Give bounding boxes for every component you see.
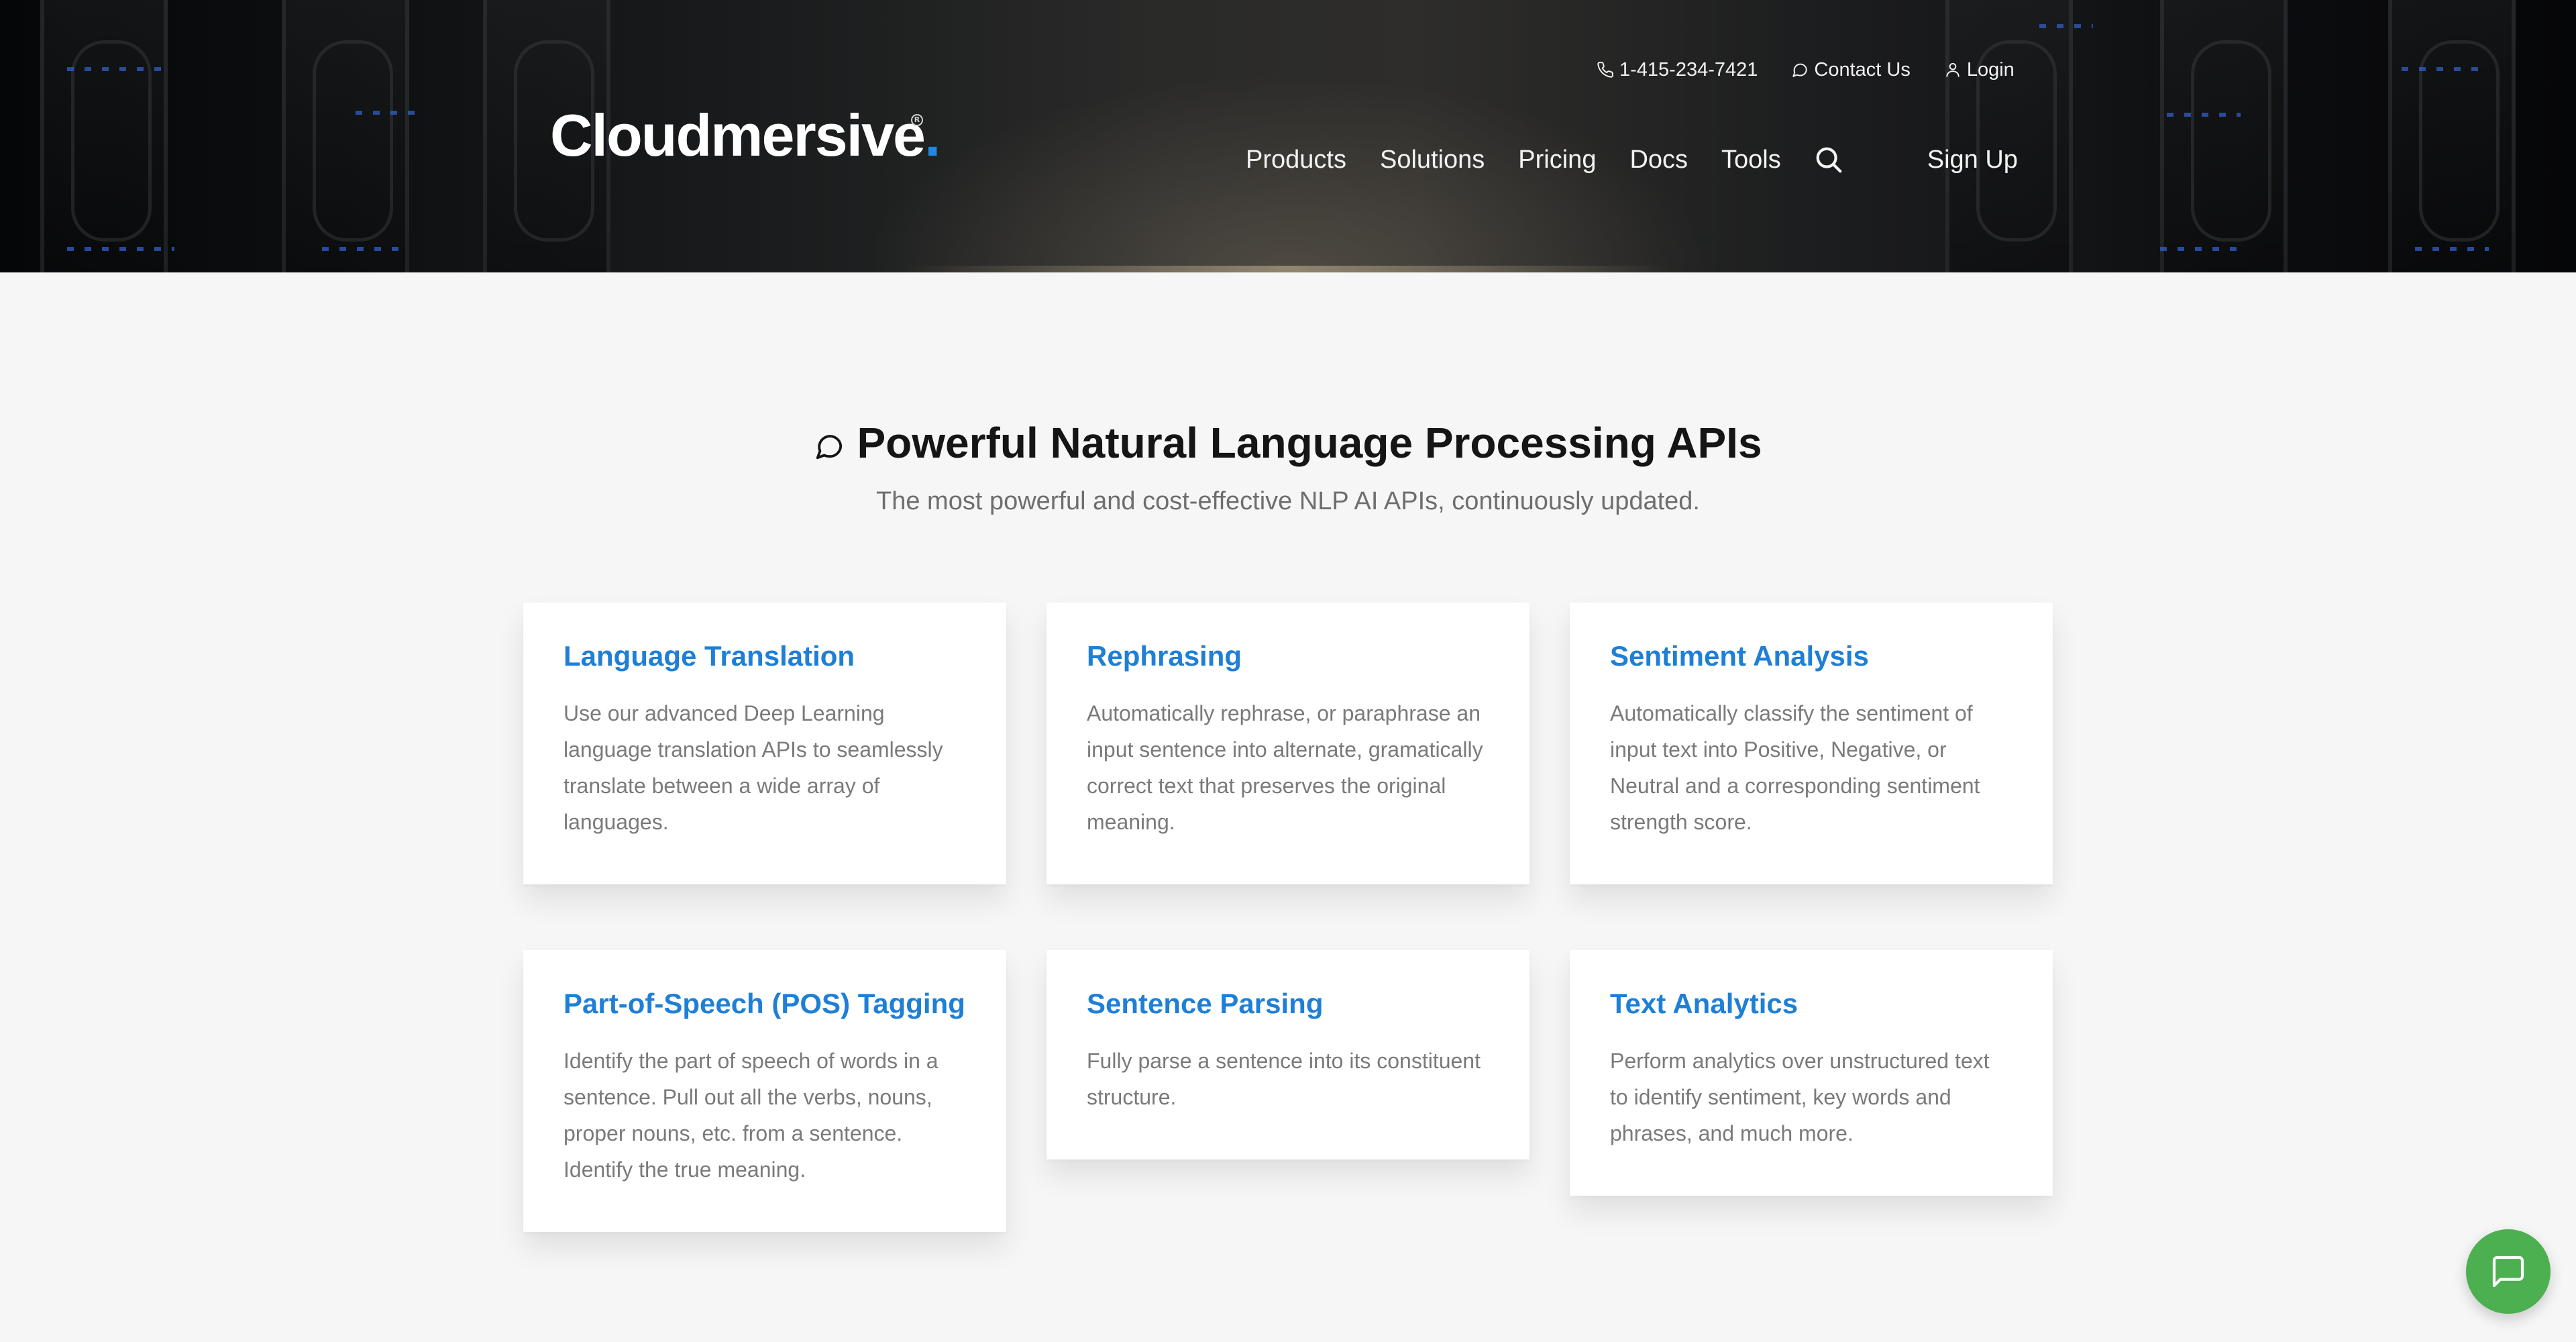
nav-solutions[interactable]: Solutions: [1380, 146, 1485, 174]
api-card-pos-tagging[interactable]: Part-of-Speech (POS) Tagging Identify th…: [523, 950, 1006, 1232]
api-card-sentence-parsing[interactable]: Sentence Parsing Fully parse a sentence …: [1046, 950, 1529, 1159]
card-description: Automatically classify the sentiment of …: [1610, 701, 1980, 834]
phone-link[interactable]: 1-415-234-7421: [1597, 59, 1758, 81]
header-hero: Cloudmersive. R 1-415-234-7421 Contact U…: [0, 0, 2576, 272]
nav-tools[interactable]: Tools: [1721, 146, 1781, 174]
card-title[interactable]: Sentiment Analysis: [1610, 637, 2012, 675]
card-description: Identify the part of speech of words in …: [564, 1049, 938, 1182]
phone-icon: [1597, 62, 1613, 78]
chat-bubble-icon: [1792, 63, 1808, 77]
logo-text: Cloudmersive: [550, 102, 926, 168]
search-button[interactable]: [1813, 144, 1844, 175]
chat-widget-button[interactable]: [2466, 1229, 2551, 1314]
server-rack-decoration: [1945, 0, 2073, 272]
card-description: Fully parse a sentence into its constitu…: [1087, 1049, 1481, 1109]
server-led-decoration: [2039, 24, 2093, 28]
server-led-decoration: [322, 247, 402, 251]
section-subtitle: The most powerful and cost-effective NLP…: [876, 487, 1700, 515]
server-rack-decoration: [40, 0, 168, 272]
contact-us-link[interactable]: Contact Us: [1791, 58, 1911, 81]
contact-us-label: Contact Us: [1814, 58, 1911, 81]
card-title[interactable]: Rephrasing: [1087, 637, 1489, 675]
server-led-decoration: [2160, 247, 2247, 251]
user-icon: [1946, 62, 1960, 77]
api-card-rephrasing[interactable]: Rephrasing Automatically rephrase, or pa…: [1046, 603, 1529, 884]
card-title[interactable]: Sentence Parsing: [1087, 985, 1489, 1023]
login-label: Login: [1966, 58, 2015, 81]
server-rack-decoration: [2388, 0, 2516, 272]
server-led-decoration: [2415, 247, 2489, 251]
card-description: Perform analytics over unstructured text…: [1610, 1049, 1990, 1145]
login-link[interactable]: Login: [1944, 59, 2015, 81]
server-led-decoration: [67, 247, 174, 251]
card-title[interactable]: Part-of-Speech (POS) Tagging: [564, 985, 966, 1023]
server-led-decoration: [2402, 67, 2489, 71]
top-utility-links: 1-415-234-7421 Contact Us Login: [1597, 56, 2015, 83]
card-title[interactable]: Language Translation: [564, 637, 966, 675]
site-logo[interactable]: Cloudmersive.: [550, 102, 941, 169]
section-title-text: Powerful Natural Language Processing API…: [857, 419, 1762, 467]
nav-docs[interactable]: Docs: [1629, 146, 1688, 174]
api-card-sentiment-analysis[interactable]: Sentiment Analysis Automatically classif…: [1570, 603, 2053, 884]
server-rack-decoration: [2160, 0, 2288, 272]
api-card-text-analytics[interactable]: Text Analytics Perform analytics over un…: [1570, 950, 2053, 1196]
nav-pricing[interactable]: Pricing: [1518, 146, 1596, 174]
section-header: Powerful Natural Language Processing API…: [0, 416, 2576, 516]
chat-bubble-icon: [816, 435, 843, 460]
api-card-language-translation[interactable]: Language Translation Use our advanced De…: [523, 603, 1006, 884]
phone-number: 1-415-234-7421: [1619, 58, 1758, 81]
card-description: Automatically rephrase, or paraphrase an…: [1087, 701, 1483, 834]
server-led-decoration: [356, 111, 416, 115]
server-led-decoration: [67, 67, 161, 71]
card-description: Use our advanced Deep Learning language …: [564, 701, 943, 834]
logo-dot: .: [924, 102, 941, 168]
main-navigation: Products Solutions Pricing Docs Tools Si…: [1246, 141, 2018, 178]
card-title[interactable]: Text Analytics: [1610, 985, 2012, 1023]
server-led-decoration: [2167, 113, 2241, 117]
server-rack-decoration: [282, 0, 409, 272]
registered-mark-icon: R: [911, 114, 923, 126]
sign-up-link[interactable]: Sign Up: [1927, 146, 2018, 174]
search-icon: [1816, 147, 1842, 173]
chat-icon: [2492, 1255, 2524, 1288]
hero-floor-glow: [906, 266, 1670, 272]
nav-products[interactable]: Products: [1246, 146, 1346, 174]
section-title: Powerful Natural Language Processing API…: [814, 416, 1762, 470]
